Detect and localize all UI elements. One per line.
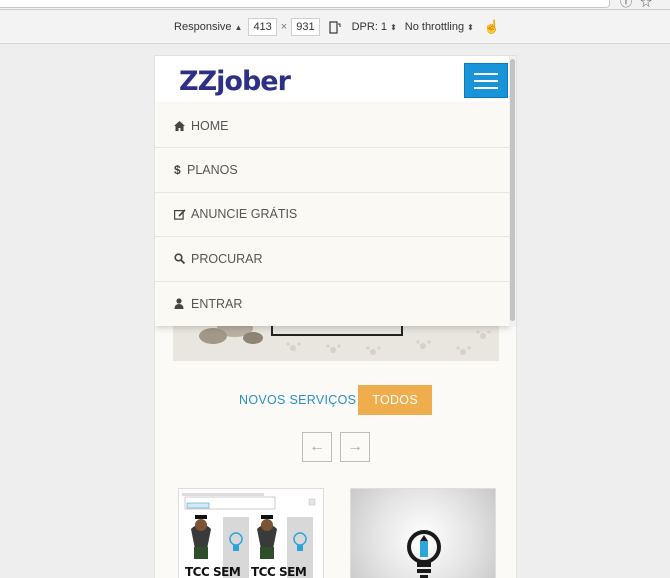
menu-bar [474, 72, 498, 75]
info-icon[interactable]: ⓘ [620, 0, 640, 9]
nav-item-planos[interactable]: $ PLANOS [155, 148, 510, 193]
nav-item-label: PLANOS [187, 163, 238, 178]
home-icon [174, 120, 188, 131]
nav-item-label: PROCURAR [191, 251, 263, 266]
arrow-left-icon: ← [309, 438, 325, 455]
nav-item-anuncie[interactable]: ANUNCIE GRÁTIS [155, 193, 510, 238]
carousel-nav: ← → [302, 432, 370, 462]
select-arrows-icon: ⬍ [390, 22, 397, 32]
mobile-viewport: ZZjober HOME $ PLANOS ANUNCIE GRÁTIS PRO… [155, 56, 516, 578]
dpr-select-label: DPR: 1 [351, 21, 388, 33]
menu-toggle-button[interactable] [464, 63, 508, 98]
nav-menu: HOME $ PLANOS ANUNCIE GRÁTIS PROCURAR EN… [155, 104, 510, 326]
device-toolbar: Responsive ▲ 413 × 931 DPR: 1 ⬍ No throt… [0, 11, 670, 44]
dpr-select[interactable]: DPR: 1 ⬍ [352, 21, 397, 33]
scrollbar-thumb[interactable] [510, 59, 515, 321]
select-arrows-icon: ▲ [234, 22, 243, 32]
user-icon [174, 298, 188, 310]
dimension-separator: × [280, 21, 288, 33]
tcc-label-left: TCC SEM [185, 565, 241, 578]
nav-item-label: HOME [191, 118, 229, 133]
site-logo[interactable]: ZZjober [179, 66, 291, 97]
services-tabs: NOVOS SERVIÇOS TODOS [155, 385, 516, 415]
select-arrows-icon: ⬍ [467, 22, 474, 32]
menu-bar [474, 86, 498, 89]
site-header: ZZjober [155, 56, 516, 104]
tcc-label-right: TCC SEM [251, 565, 307, 578]
carousel-prev-button[interactable]: ← [302, 432, 332, 462]
search-icon [174, 253, 188, 265]
carousel-next-button[interactable]: → [340, 432, 370, 462]
lightbulb-icon [407, 530, 441, 578]
star-icon[interactable]: ☆ [640, 0, 660, 9]
arrow-right-icon: → [347, 438, 363, 455]
viewport-scrollbar[interactable] [509, 56, 516, 326]
nav-item-entrar[interactable]: ENTRAR [155, 282, 510, 326]
nav-item-label: ENTRAR [191, 296, 243, 311]
throttling-select[interactable]: No throttling ⬍ [405, 21, 474, 33]
nav-item-label: ANUNCIE GRÁTIS [191, 207, 298, 222]
height-input[interactable]: 931 [291, 18, 320, 36]
width-input[interactable]: 413 [248, 18, 277, 36]
edit-icon [174, 209, 188, 220]
nav-item-procurar[interactable]: PROCURAR [155, 237, 510, 282]
tab-novos-servicos[interactable]: NOVOS SERVIÇOS [239, 393, 358, 407]
touch-icon[interactable]: ☝ [484, 19, 500, 35]
browser-top-strip: ⓘ☆ [0, 0, 670, 10]
rotate-icon[interactable] [328, 20, 342, 34]
address-bar[interactable] [0, 0, 610, 8]
device-select-label: Responsive [174, 21, 232, 33]
dollar-icon: $ [174, 163, 181, 178]
browser-corner-icons: ⓘ☆ [620, 0, 660, 10]
service-card[interactable]: TCC SEM TCC SEM [178, 488, 324, 578]
tab-todos[interactable]: TODOS [358, 385, 432, 415]
service-card[interactable] [350, 488, 496, 578]
menu-bar [474, 79, 498, 82]
throttling-select-label: No throttling [404, 21, 465, 33]
nav-item-home[interactable]: HOME [155, 104, 510, 149]
device-select[interactable]: Responsive ▲ [174, 21, 242, 33]
